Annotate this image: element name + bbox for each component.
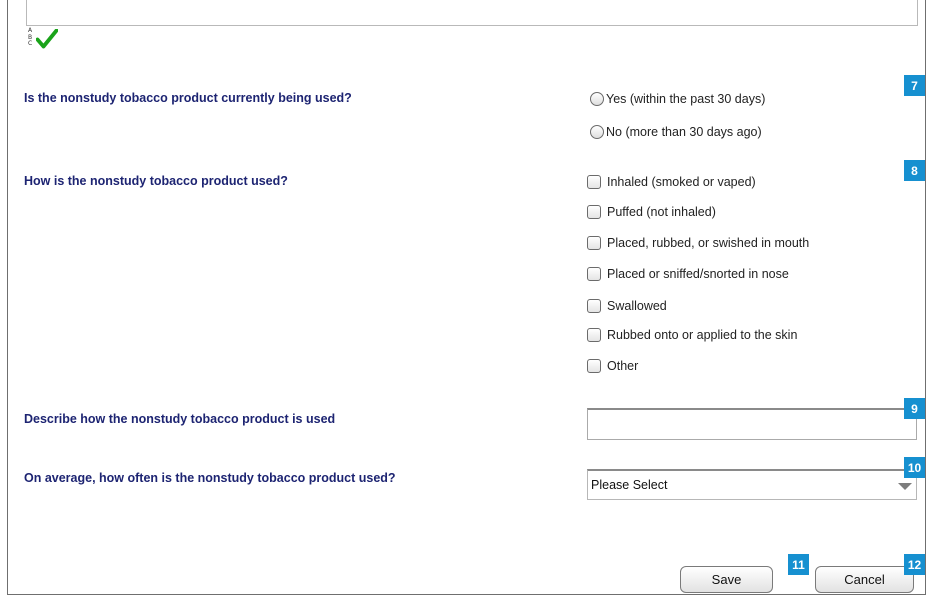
badge-11: 11 <box>788 554 809 575</box>
checkbox-nose[interactable]: Placed or sniffed/snorted in nose <box>587 264 789 284</box>
radio-yes[interactable]: Yes (within the past 30 days) <box>587 89 765 109</box>
spellcheck-button[interactable]: A B C <box>26 27 60 58</box>
badge-10: 10 <box>904 457 925 478</box>
checkbox-inhaled[interactable]: Inhaled (smoked or vaped) <box>587 172 756 192</box>
radio-button[interactable] <box>590 125 604 139</box>
form-panel <box>7 0 926 595</box>
checkbox-skin[interactable]: Rubbed onto or applied to the skin <box>587 325 797 345</box>
question-currently-used-label: Is the nonstudy tobacco product currentl… <box>24 91 352 105</box>
checkbox-mouth[interactable]: Placed, rubbed, or swished in mouth <box>587 233 809 253</box>
badge-12: 12 <box>904 554 925 575</box>
checkbox[interactable] <box>587 299 601 313</box>
abc-letters: A B C <box>28 27 33 47</box>
chevron-down-icon[interactable] <box>898 483 912 490</box>
select-value: Please Select <box>591 478 668 492</box>
checkbox[interactable] <box>587 205 601 219</box>
badge-9: 9 <box>904 398 925 419</box>
checkbox[interactable] <box>587 175 601 189</box>
question-how-used-label: How is the nonstudy tobacco product used… <box>24 174 288 188</box>
checkbox[interactable] <box>587 236 601 250</box>
checkbox[interactable] <box>587 359 601 373</box>
describe-input[interactable] <box>587 408 917 440</box>
question-frequency-label: On average, how often is the nonstudy to… <box>24 471 396 485</box>
radio-no[interactable]: No (more than 30 days ago) <box>587 122 762 142</box>
checkbox[interactable] <box>587 328 601 342</box>
checkbox-puffed[interactable]: Puffed (not inhaled) <box>587 202 716 222</box>
checkbox-swallowed[interactable]: Swallowed <box>587 296 667 316</box>
checkbox-other[interactable]: Other <box>587 356 638 376</box>
radio-button[interactable] <box>590 92 604 106</box>
save-button[interactable]: Save <box>680 566 773 593</box>
checkbox[interactable] <box>587 267 601 281</box>
check-icon <box>36 29 58 49</box>
badge-7: 7 <box>904 75 925 96</box>
badge-8: 8 <box>904 160 925 181</box>
frequency-select[interactable]: Please Select <box>587 469 917 500</box>
question-describe-label: Describe how the nonstudy tobacco produc… <box>24 412 336 426</box>
previous-textarea[interactable] <box>26 0 918 26</box>
cancel-button[interactable]: Cancel <box>815 566 914 593</box>
